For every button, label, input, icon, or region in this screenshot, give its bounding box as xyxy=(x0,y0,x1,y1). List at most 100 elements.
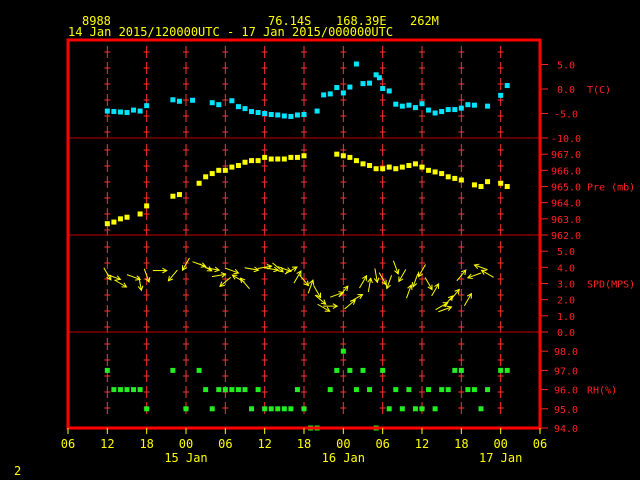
temperature-point xyxy=(340,90,346,96)
pressure-point xyxy=(347,154,353,160)
pressure-point xyxy=(393,166,399,172)
pressure-point xyxy=(432,169,438,175)
temperature-point xyxy=(386,88,392,94)
temperature-point xyxy=(439,109,445,115)
humidity-point xyxy=(222,387,228,393)
x-tick-label: 18 xyxy=(454,437,468,451)
pressure-point xyxy=(360,161,366,167)
wind-y-tick-label: 0.0 xyxy=(557,328,575,339)
temperature-point xyxy=(376,75,382,81)
pressure-point xyxy=(373,166,379,172)
humidity-point xyxy=(216,387,222,393)
humidity-point xyxy=(386,406,392,412)
temperature-point xyxy=(229,98,235,104)
x-tick-label: 06 xyxy=(533,437,547,451)
pressure-point xyxy=(426,167,432,173)
temperature-point xyxy=(406,102,412,108)
temperature-point xyxy=(301,111,307,117)
humidity-point xyxy=(281,406,287,412)
temperature-point xyxy=(144,103,150,109)
wind-y-tick-label: 4.0 xyxy=(557,263,575,274)
humidity-point xyxy=(124,387,130,393)
temperature-y-tick-label: 0.0 xyxy=(557,85,575,96)
pressure-point xyxy=(176,192,182,198)
temperature-point xyxy=(190,97,196,103)
humidity-point xyxy=(478,406,484,412)
temperature-point xyxy=(412,105,418,111)
pressure-point xyxy=(340,153,346,159)
pressure-point xyxy=(170,193,176,199)
wind-y-tick-label: 2.0 xyxy=(557,296,575,307)
humidity-point xyxy=(504,367,510,373)
x-tick-label: 06 xyxy=(61,437,75,451)
pressure-point xyxy=(412,161,418,167)
humidity-point xyxy=(340,348,346,354)
pressure-point xyxy=(380,166,386,172)
pressure-point xyxy=(419,164,425,170)
temperature-point xyxy=(209,100,215,106)
pressure-point xyxy=(229,164,235,170)
temperature-point xyxy=(111,109,117,115)
pressure-y-tick-label: 963.0 xyxy=(551,215,581,226)
temperature-point xyxy=(399,103,405,109)
station-chart: 8988 76.14S 168.39E 262M 14 Jan 2015/120… xyxy=(0,0,640,480)
pressure-point xyxy=(222,167,228,173)
humidity-y-tick-label: 95.0 xyxy=(554,405,578,416)
pressure-point xyxy=(111,219,117,225)
temperature-point xyxy=(176,98,182,104)
humidity-point xyxy=(268,406,274,412)
footer-number: 2 xyxy=(14,464,21,478)
pressure-point xyxy=(209,171,215,177)
temperature-point xyxy=(249,109,255,115)
humidity-point xyxy=(393,387,399,393)
temperature-point xyxy=(124,110,130,116)
x-tick-label: 12 xyxy=(257,437,271,451)
x-tick-label: 18 xyxy=(139,437,153,451)
wind-y-tick-label: 3.0 xyxy=(557,280,575,291)
temperature-y-tick-label: 5.0 xyxy=(557,61,575,72)
humidity-point xyxy=(229,387,235,393)
humidity-point xyxy=(262,406,268,412)
temperature-point xyxy=(104,108,110,114)
humidity-point xyxy=(432,406,438,412)
temperature-point xyxy=(485,103,491,109)
temperature-point xyxy=(504,83,510,89)
humidity-point xyxy=(255,387,261,393)
humidity-point xyxy=(301,406,307,412)
pressure-point xyxy=(275,156,281,162)
pressure-point xyxy=(367,162,373,168)
pressure-point xyxy=(255,158,261,164)
pressure-panel-label: Pre (mb) xyxy=(587,183,635,194)
humidity-point xyxy=(131,387,137,393)
pressure-y-tick-label: 965.0 xyxy=(551,183,581,194)
x-tick-label: 18 xyxy=(297,437,311,451)
pressure-point xyxy=(117,216,123,222)
humidity-point xyxy=(353,387,359,393)
temperature-point xyxy=(458,105,464,111)
humidity-point xyxy=(249,406,255,412)
pressure-point xyxy=(104,221,110,227)
humidity-point xyxy=(294,387,300,393)
pressure-point xyxy=(203,174,209,180)
humidity-point xyxy=(458,367,464,373)
temperature-point xyxy=(216,102,222,108)
pressure-point xyxy=(406,162,412,168)
temperature-point xyxy=(314,108,320,114)
temperature-point xyxy=(170,97,176,103)
humidity-point xyxy=(203,387,209,393)
humidity-point xyxy=(452,367,458,373)
temperature-point xyxy=(419,101,425,107)
temperature-point xyxy=(288,113,294,119)
humidity-point xyxy=(406,387,412,393)
humidity-point xyxy=(347,367,353,373)
pressure-point xyxy=(281,156,287,162)
pressure-point xyxy=(498,180,504,186)
x-tick-label: 12 xyxy=(100,437,114,451)
temperature-point xyxy=(235,104,241,110)
pressure-point xyxy=(485,179,491,185)
temperature-y-tick-label: -10.0 xyxy=(551,134,581,145)
pressure-point xyxy=(294,154,300,160)
humidity-point xyxy=(104,367,110,373)
pressure-point xyxy=(445,174,451,180)
station-elevation: 262M xyxy=(410,14,439,28)
